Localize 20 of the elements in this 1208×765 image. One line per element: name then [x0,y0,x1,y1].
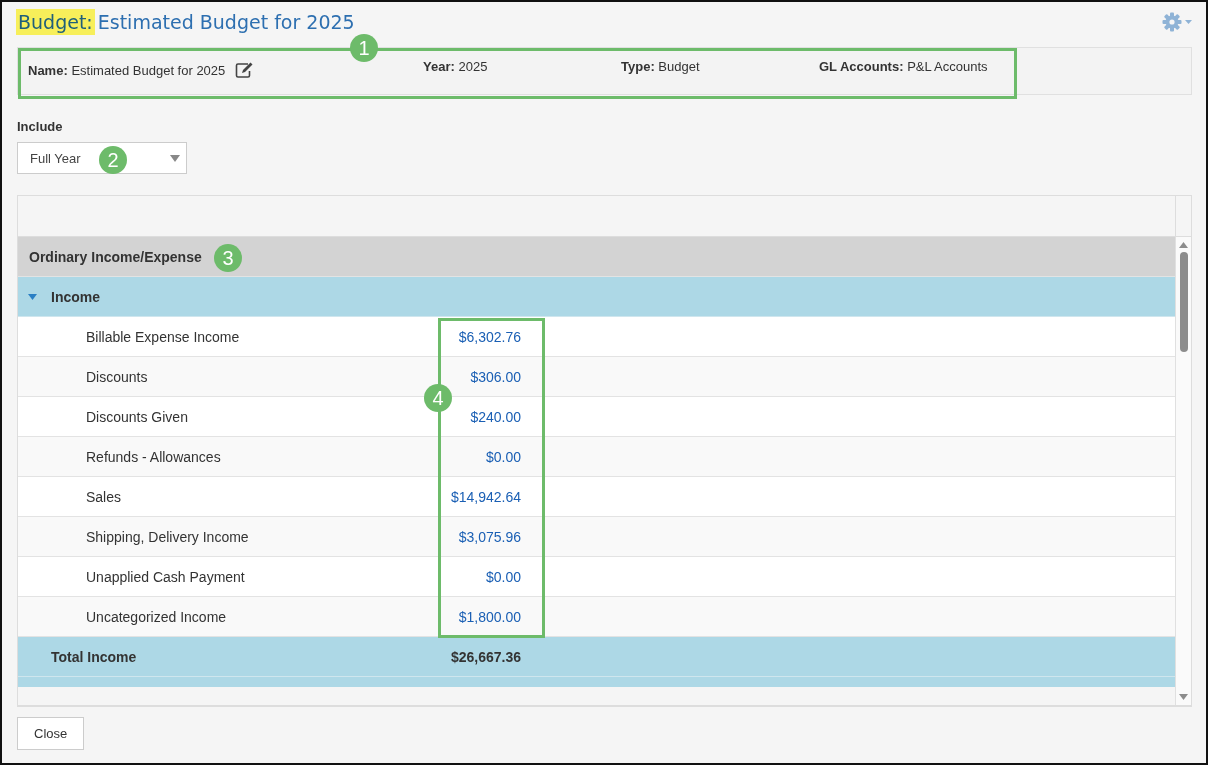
account-name: Refunds - Allowances [86,448,221,465]
account-name: Discounts Given [86,408,188,425]
info-field: GL Accounts: P&L Accounts [819,59,988,74]
total-amount: $26,667.36 [450,648,521,665]
group-label: Income [51,288,100,305]
account-name: Sales [86,488,122,505]
account-name: Billable Expense Income [86,328,240,345]
window-title: Estimated Budget for 2025 [97,11,356,33]
include-label: Include [17,119,64,134]
total-label: Total Income [51,648,137,665]
section-label: Ordinary Income/Expense [29,248,202,265]
info-field: Year: 2025 [423,59,488,74]
account-name: Uncategorized Income [86,608,227,625]
account-name: Shipping, Delivery Income [86,528,249,545]
info-field: Name: Estimated Budget for 2025 [28,63,226,78]
info-field: Type: Budget [621,59,700,74]
step-number-tooltip: 1 [350,34,378,62]
account-name: Discounts [86,368,148,385]
account-name: Unapplied Cash Payment [86,568,245,585]
title-prefix: Budget: [16,9,95,35]
